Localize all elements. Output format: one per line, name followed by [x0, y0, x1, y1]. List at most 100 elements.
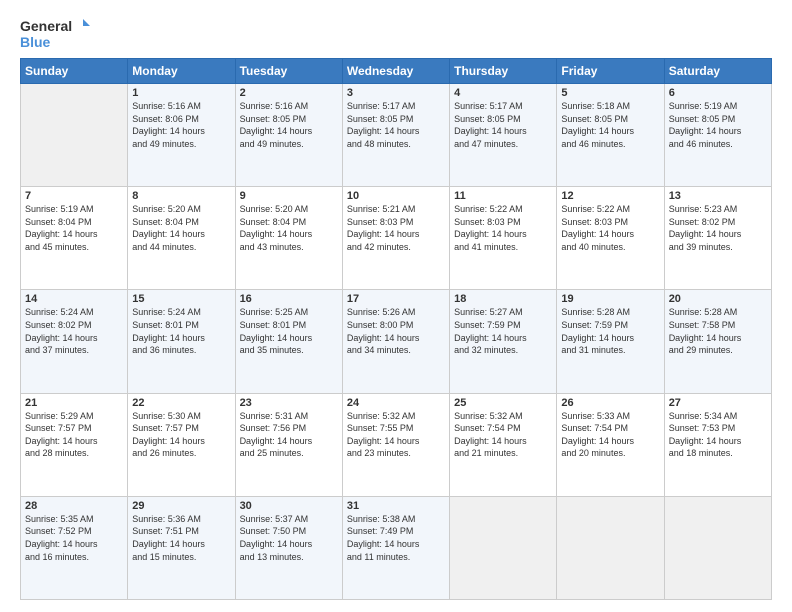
- day-cell: 8Sunrise: 5:20 AMSunset: 8:04 PMDaylight…: [128, 187, 235, 290]
- day-cell: [557, 496, 664, 599]
- day-number: 4: [454, 87, 552, 99]
- day-cell: 28Sunrise: 5:35 AMSunset: 7:52 PMDayligh…: [21, 496, 128, 599]
- day-info: Sunrise: 5:20 AMSunset: 8:04 PMDaylight:…: [240, 203, 338, 253]
- day-cell: 17Sunrise: 5:26 AMSunset: 8:00 PMDayligh…: [342, 290, 449, 393]
- day-info: Sunrise: 5:38 AMSunset: 7:49 PMDaylight:…: [347, 513, 445, 563]
- day-cell: 5Sunrise: 5:18 AMSunset: 8:05 PMDaylight…: [557, 84, 664, 187]
- day-info: Sunrise: 5:37 AMSunset: 7:50 PMDaylight:…: [240, 513, 338, 563]
- day-number: 19: [561, 293, 659, 305]
- day-number: 14: [25, 293, 123, 305]
- day-number: 27: [669, 397, 767, 409]
- logo-svg: General Blue: [20, 16, 90, 50]
- day-number: 25: [454, 397, 552, 409]
- svg-text:Blue: Blue: [20, 34, 51, 50]
- day-cell: 1Sunrise: 5:16 AMSunset: 8:06 PMDaylight…: [128, 84, 235, 187]
- day-cell: [664, 496, 771, 599]
- day-info: Sunrise: 5:21 AMSunset: 8:03 PMDaylight:…: [347, 203, 445, 253]
- day-number: 12: [561, 190, 659, 202]
- day-info: Sunrise: 5:36 AMSunset: 7:51 PMDaylight:…: [132, 513, 230, 563]
- day-number: 31: [347, 500, 445, 512]
- day-number: 11: [454, 190, 552, 202]
- day-number: 21: [25, 397, 123, 409]
- day-cell: 29Sunrise: 5:36 AMSunset: 7:51 PMDayligh…: [128, 496, 235, 599]
- day-number: 29: [132, 500, 230, 512]
- header-row: SundayMondayTuesdayWednesdayThursdayFrid…: [21, 59, 772, 84]
- header-cell-wednesday: Wednesday: [342, 59, 449, 84]
- day-number: 13: [669, 190, 767, 202]
- day-cell: 26Sunrise: 5:33 AMSunset: 7:54 PMDayligh…: [557, 393, 664, 496]
- week-row-2: 7Sunrise: 5:19 AMSunset: 8:04 PMDaylight…: [21, 187, 772, 290]
- day-cell: 16Sunrise: 5:25 AMSunset: 8:01 PMDayligh…: [235, 290, 342, 393]
- day-info: Sunrise: 5:19 AMSunset: 8:04 PMDaylight:…: [25, 203, 123, 253]
- day-cell: 22Sunrise: 5:30 AMSunset: 7:57 PMDayligh…: [128, 393, 235, 496]
- day-info: Sunrise: 5:18 AMSunset: 8:05 PMDaylight:…: [561, 100, 659, 150]
- day-number: 20: [669, 293, 767, 305]
- day-number: 5: [561, 87, 659, 99]
- day-number: 8: [132, 190, 230, 202]
- day-number: 26: [561, 397, 659, 409]
- day-info: Sunrise: 5:24 AMSunset: 8:02 PMDaylight:…: [25, 306, 123, 356]
- day-number: 15: [132, 293, 230, 305]
- calendar-table: SundayMondayTuesdayWednesdayThursdayFrid…: [20, 58, 772, 600]
- day-number: 3: [347, 87, 445, 99]
- svg-text:General: General: [20, 18, 72, 34]
- day-info: Sunrise: 5:19 AMSunset: 8:05 PMDaylight:…: [669, 100, 767, 150]
- day-info: Sunrise: 5:16 AMSunset: 8:05 PMDaylight:…: [240, 100, 338, 150]
- logo: General Blue: [20, 16, 90, 50]
- header-cell-monday: Monday: [128, 59, 235, 84]
- header: General Blue: [20, 16, 772, 50]
- day-info: Sunrise: 5:17 AMSunset: 8:05 PMDaylight:…: [454, 100, 552, 150]
- day-info: Sunrise: 5:29 AMSunset: 7:57 PMDaylight:…: [25, 410, 123, 460]
- day-info: Sunrise: 5:17 AMSunset: 8:05 PMDaylight:…: [347, 100, 445, 150]
- day-cell: [450, 496, 557, 599]
- day-info: Sunrise: 5:28 AMSunset: 7:59 PMDaylight:…: [561, 306, 659, 356]
- day-info: Sunrise: 5:33 AMSunset: 7:54 PMDaylight:…: [561, 410, 659, 460]
- header-cell-saturday: Saturday: [664, 59, 771, 84]
- day-info: Sunrise: 5:20 AMSunset: 8:04 PMDaylight:…: [132, 203, 230, 253]
- day-number: 17: [347, 293, 445, 305]
- calendar-header: SundayMondayTuesdayWednesdayThursdayFrid…: [21, 59, 772, 84]
- day-cell: 4Sunrise: 5:17 AMSunset: 8:05 PMDaylight…: [450, 84, 557, 187]
- day-cell: 23Sunrise: 5:31 AMSunset: 7:56 PMDayligh…: [235, 393, 342, 496]
- day-cell: 12Sunrise: 5:22 AMSunset: 8:03 PMDayligh…: [557, 187, 664, 290]
- day-cell: 24Sunrise: 5:32 AMSunset: 7:55 PMDayligh…: [342, 393, 449, 496]
- day-info: Sunrise: 5:34 AMSunset: 7:53 PMDaylight:…: [669, 410, 767, 460]
- day-cell: 3Sunrise: 5:17 AMSunset: 8:05 PMDaylight…: [342, 84, 449, 187]
- day-info: Sunrise: 5:16 AMSunset: 8:06 PMDaylight:…: [132, 100, 230, 150]
- day-info: Sunrise: 5:31 AMSunset: 7:56 PMDaylight:…: [240, 410, 338, 460]
- day-info: Sunrise: 5:30 AMSunset: 7:57 PMDaylight:…: [132, 410, 230, 460]
- day-cell: 9Sunrise: 5:20 AMSunset: 8:04 PMDaylight…: [235, 187, 342, 290]
- day-cell: 15Sunrise: 5:24 AMSunset: 8:01 PMDayligh…: [128, 290, 235, 393]
- day-info: Sunrise: 5:32 AMSunset: 7:55 PMDaylight:…: [347, 410, 445, 460]
- calendar: SundayMondayTuesdayWednesdayThursdayFrid…: [20, 58, 772, 600]
- calendar-body: 1Sunrise: 5:16 AMSunset: 8:06 PMDaylight…: [21, 84, 772, 600]
- day-number: 6: [669, 87, 767, 99]
- day-info: Sunrise: 5:35 AMSunset: 7:52 PMDaylight:…: [25, 513, 123, 563]
- page: General Blue SundayMondayTuesdayWednesda…: [0, 0, 792, 612]
- header-cell-tuesday: Tuesday: [235, 59, 342, 84]
- day-info: Sunrise: 5:26 AMSunset: 8:00 PMDaylight:…: [347, 306, 445, 356]
- week-row-4: 21Sunrise: 5:29 AMSunset: 7:57 PMDayligh…: [21, 393, 772, 496]
- week-row-1: 1Sunrise: 5:16 AMSunset: 8:06 PMDaylight…: [21, 84, 772, 187]
- day-cell: 11Sunrise: 5:22 AMSunset: 8:03 PMDayligh…: [450, 187, 557, 290]
- day-number: 9: [240, 190, 338, 202]
- day-number: 23: [240, 397, 338, 409]
- day-number: 18: [454, 293, 552, 305]
- week-row-5: 28Sunrise: 5:35 AMSunset: 7:52 PMDayligh…: [21, 496, 772, 599]
- day-cell: [21, 84, 128, 187]
- day-cell: 27Sunrise: 5:34 AMSunset: 7:53 PMDayligh…: [664, 393, 771, 496]
- day-info: Sunrise: 5:22 AMSunset: 8:03 PMDaylight:…: [561, 203, 659, 253]
- day-info: Sunrise: 5:25 AMSunset: 8:01 PMDaylight:…: [240, 306, 338, 356]
- day-cell: 13Sunrise: 5:23 AMSunset: 8:02 PMDayligh…: [664, 187, 771, 290]
- day-cell: 6Sunrise: 5:19 AMSunset: 8:05 PMDaylight…: [664, 84, 771, 187]
- day-info: Sunrise: 5:32 AMSunset: 7:54 PMDaylight:…: [454, 410, 552, 460]
- day-cell: 20Sunrise: 5:28 AMSunset: 7:58 PMDayligh…: [664, 290, 771, 393]
- day-cell: 19Sunrise: 5:28 AMSunset: 7:59 PMDayligh…: [557, 290, 664, 393]
- day-number: 1: [132, 87, 230, 99]
- header-cell-sunday: Sunday: [21, 59, 128, 84]
- day-cell: 30Sunrise: 5:37 AMSunset: 7:50 PMDayligh…: [235, 496, 342, 599]
- header-cell-friday: Friday: [557, 59, 664, 84]
- day-cell: 21Sunrise: 5:29 AMSunset: 7:57 PMDayligh…: [21, 393, 128, 496]
- day-number: 30: [240, 500, 338, 512]
- day-number: 24: [347, 397, 445, 409]
